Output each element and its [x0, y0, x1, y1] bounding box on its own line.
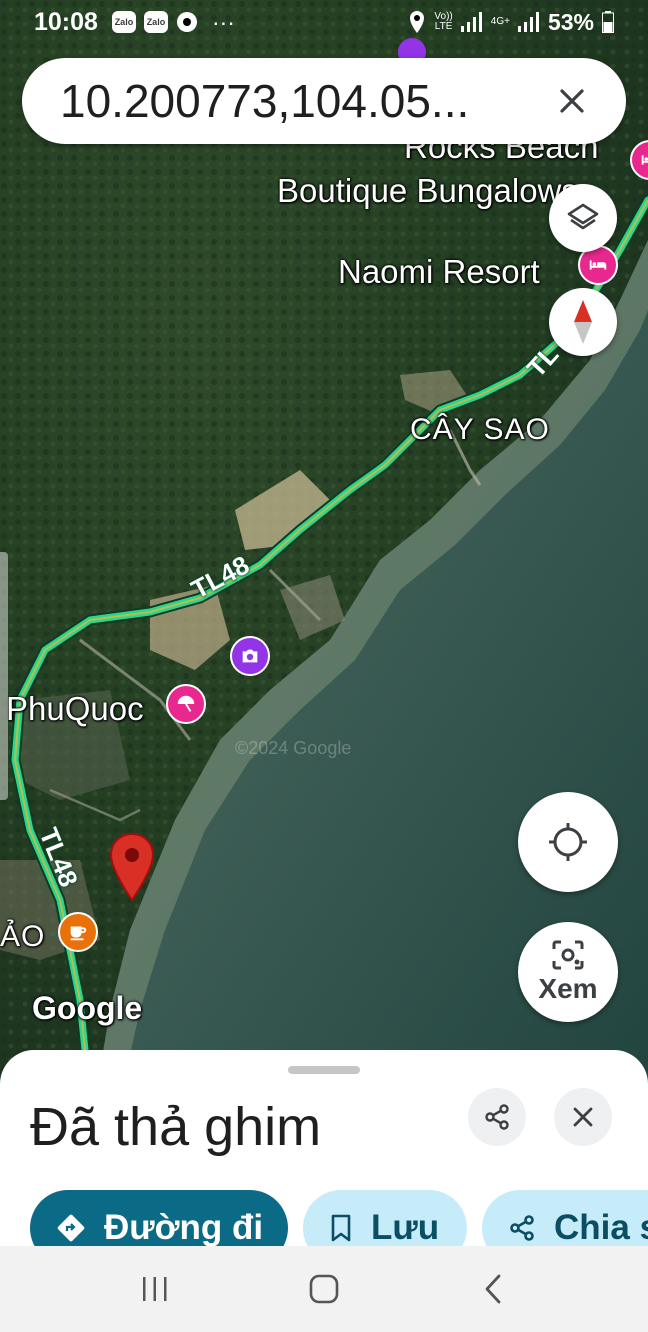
battery-percent: 53%: [547, 8, 594, 35]
lens-camera-icon: [552, 940, 584, 970]
close-sheet-button[interactable]: [554, 1088, 612, 1146]
compass-icon: [574, 300, 592, 344]
poi-label-rocks-beach-line2[interactable]: Boutique Bungalows: [277, 172, 578, 210]
location-icon: [410, 11, 425, 33]
home-icon: [309, 1274, 339, 1304]
clear-search-button[interactable]: [544, 73, 600, 129]
lens-button[interactable]: Xem: [518, 922, 618, 1022]
lens-label: Xem: [538, 973, 598, 1004]
bookmark-icon: [331, 1214, 351, 1242]
layers-button[interactable]: [549, 184, 617, 252]
back-icon: [485, 1274, 501, 1304]
camera-icon: [242, 649, 258, 663]
poi-label-phuquoc[interactable]: PhuQuoc: [6, 690, 144, 728]
share-icon: [510, 1215, 534, 1241]
signal-icon: [460, 12, 482, 32]
signal-icon: [517, 12, 539, 32]
android-nav-bar: [0, 1246, 648, 1332]
recent-apps-button[interactable]: [115, 1259, 195, 1319]
faint-watermark: ©2024 Google: [235, 738, 352, 758]
lte-label: LTE: [434, 21, 453, 32]
area-label-partial: ẢO: [0, 920, 46, 953]
beach-pin[interactable]: [166, 684, 206, 724]
dropped-pin-icon[interactable]: [108, 832, 156, 902]
zalo-notification-icon: Zalo: [111, 11, 136, 33]
crosshair-icon: [549, 823, 587, 861]
volte-indicator: Vo)) LTE: [434, 12, 452, 32]
sheet-drag-handle[interactable]: [288, 1066, 360, 1074]
camera-pin[interactable]: [230, 636, 270, 676]
network-type: 4G+: [490, 16, 510, 27]
area-label-cay-sao: CÂY SAO: [410, 413, 550, 446]
battery-icon: [602, 11, 614, 33]
place-bottom-sheet[interactable]: Đã thả ghim Đường đi Lưu Chia: [0, 1050, 648, 1246]
status-time: 10:08: [34, 7, 98, 36]
close-icon: [560, 89, 584, 113]
recent-apps-icon: [142, 1277, 167, 1301]
share-icon: [485, 1104, 509, 1130]
coffee-icon: [70, 926, 87, 941]
my-location-button[interactable]: [518, 792, 618, 892]
close-icon: [573, 1107, 593, 1127]
bed-icon: [589, 260, 607, 270]
zalo-notification-icon: Zalo: [143, 11, 168, 33]
umbrella-icon: [177, 695, 195, 712]
search-input[interactable]: 10.200773,104.05...: [60, 74, 544, 128]
search-bar[interactable]: 10.200773,104.05...: [22, 58, 626, 144]
directions-label: Đường đi: [104, 1208, 264, 1246]
bed-icon: [641, 155, 648, 165]
layers-icon: [567, 203, 599, 230]
cafe-pin[interactable]: [58, 912, 98, 952]
save-label: Lưu: [371, 1208, 440, 1246]
back-button[interactable]: [453, 1259, 533, 1319]
side-drawer-handle[interactable]: [0, 552, 8, 800]
status-bar: 10:08 Zalo Zalo ··· Vo)) LTE 4G+ 53%: [0, 0, 648, 44]
poi-label-naomi-resort[interactable]: Naomi Resort: [338, 253, 540, 291]
app-notification-icon: [176, 12, 197, 32]
directions-button[interactable]: Đường đi: [30, 1190, 288, 1246]
home-button[interactable]: [284, 1259, 364, 1319]
compass-button[interactable]: [549, 288, 617, 356]
directions-icon: [57, 1214, 85, 1242]
share-button[interactable]: [468, 1088, 526, 1146]
more-notifications: ···: [211, 8, 235, 35]
sheet-title: Đã thả ghim: [30, 1097, 322, 1157]
google-watermark: Google: [32, 990, 143, 1026]
save-button[interactable]: Lưu: [303, 1190, 467, 1246]
share-label: Chia s: [554, 1208, 648, 1246]
share-chip-button[interactable]: Chia s: [482, 1190, 648, 1246]
